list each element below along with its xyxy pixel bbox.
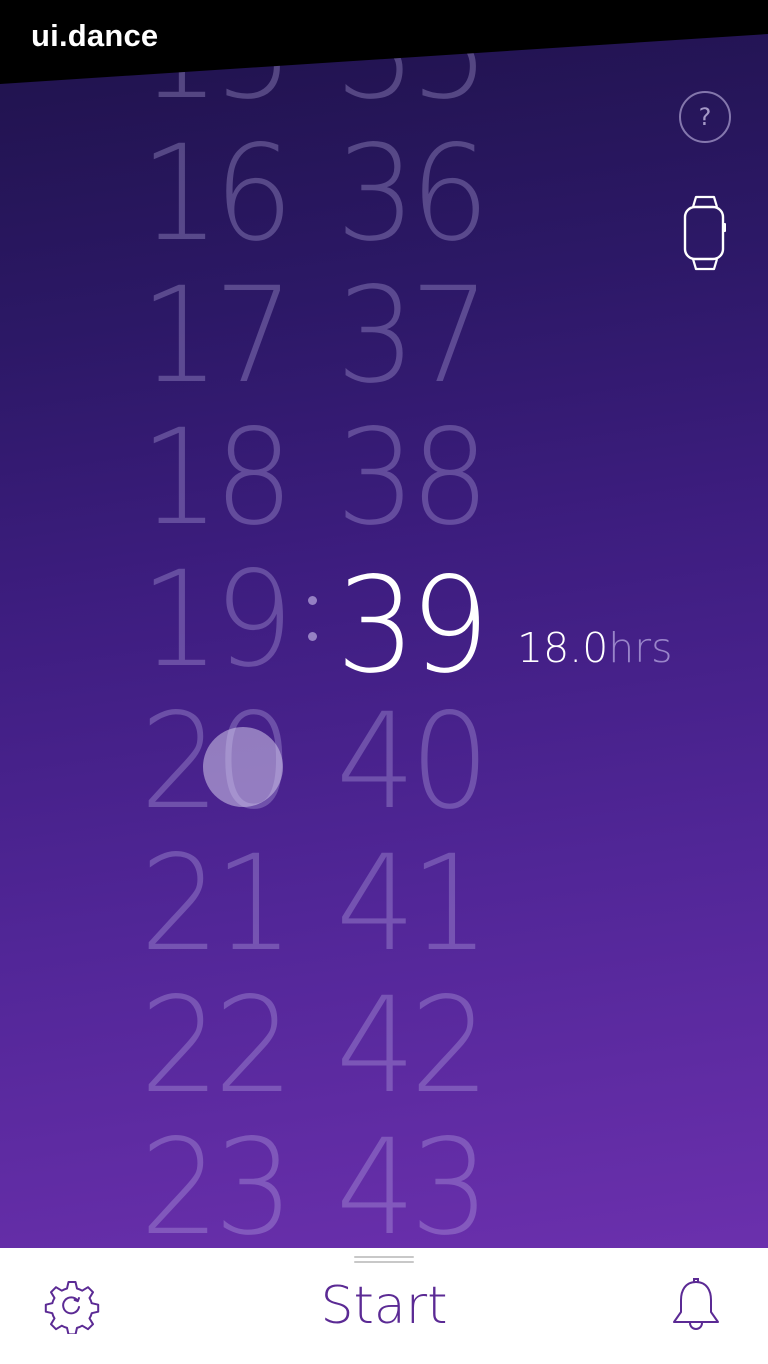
hour-option[interactable]: 22 (140, 980, 294, 1112)
minute-option[interactable]: 43 (336, 1122, 490, 1248)
bell-icon[interactable] (668, 1276, 724, 1336)
help-icon[interactable]: ? (679, 91, 731, 143)
gear-icon[interactable] (44, 1278, 100, 1336)
minute-option[interactable]: 37 (336, 270, 490, 402)
app-screen: 15 16 17 18 19 20 21 22 23 35 36 37 38 3… (0, 0, 768, 1364)
duration-value: 18.0 (517, 624, 609, 672)
minute-option[interactable]: 36 (336, 128, 490, 260)
hour-option[interactable]: 17 (140, 270, 294, 402)
hour-option[interactable]: 23 (140, 1122, 294, 1248)
watch-icon[interactable] (681, 193, 729, 273)
time-separator (305, 590, 319, 650)
duration-readout: 18.0hrs (517, 624, 673, 672)
duration-unit: hrs (608, 624, 673, 672)
hour-option[interactable]: 18 (140, 412, 294, 544)
drag-handle[interactable] (354, 1256, 414, 1264)
hour-option-current[interactable]: 19 (140, 554, 294, 686)
minute-option[interactable]: 40 (336, 696, 490, 828)
start-button[interactable]: Start (284, 1274, 484, 1338)
minute-option[interactable]: 41 (336, 838, 490, 970)
minute-option-selected[interactable]: 39 (336, 560, 490, 692)
help-icon-glyph: ? (698, 103, 712, 131)
time-picker[interactable]: 15 16 17 18 19 20 21 22 23 35 36 37 38 3… (0, 0, 768, 1248)
banner-label: ui.dance (31, 18, 159, 53)
hour-option[interactable]: 21 (140, 838, 294, 970)
minute-option[interactable]: 42 (336, 980, 490, 1112)
touch-indicator (203, 727, 283, 807)
hour-option[interactable]: 16 (140, 128, 294, 260)
bottom-bar: Start (0, 1248, 768, 1364)
minute-option[interactable]: 38 (336, 412, 490, 544)
